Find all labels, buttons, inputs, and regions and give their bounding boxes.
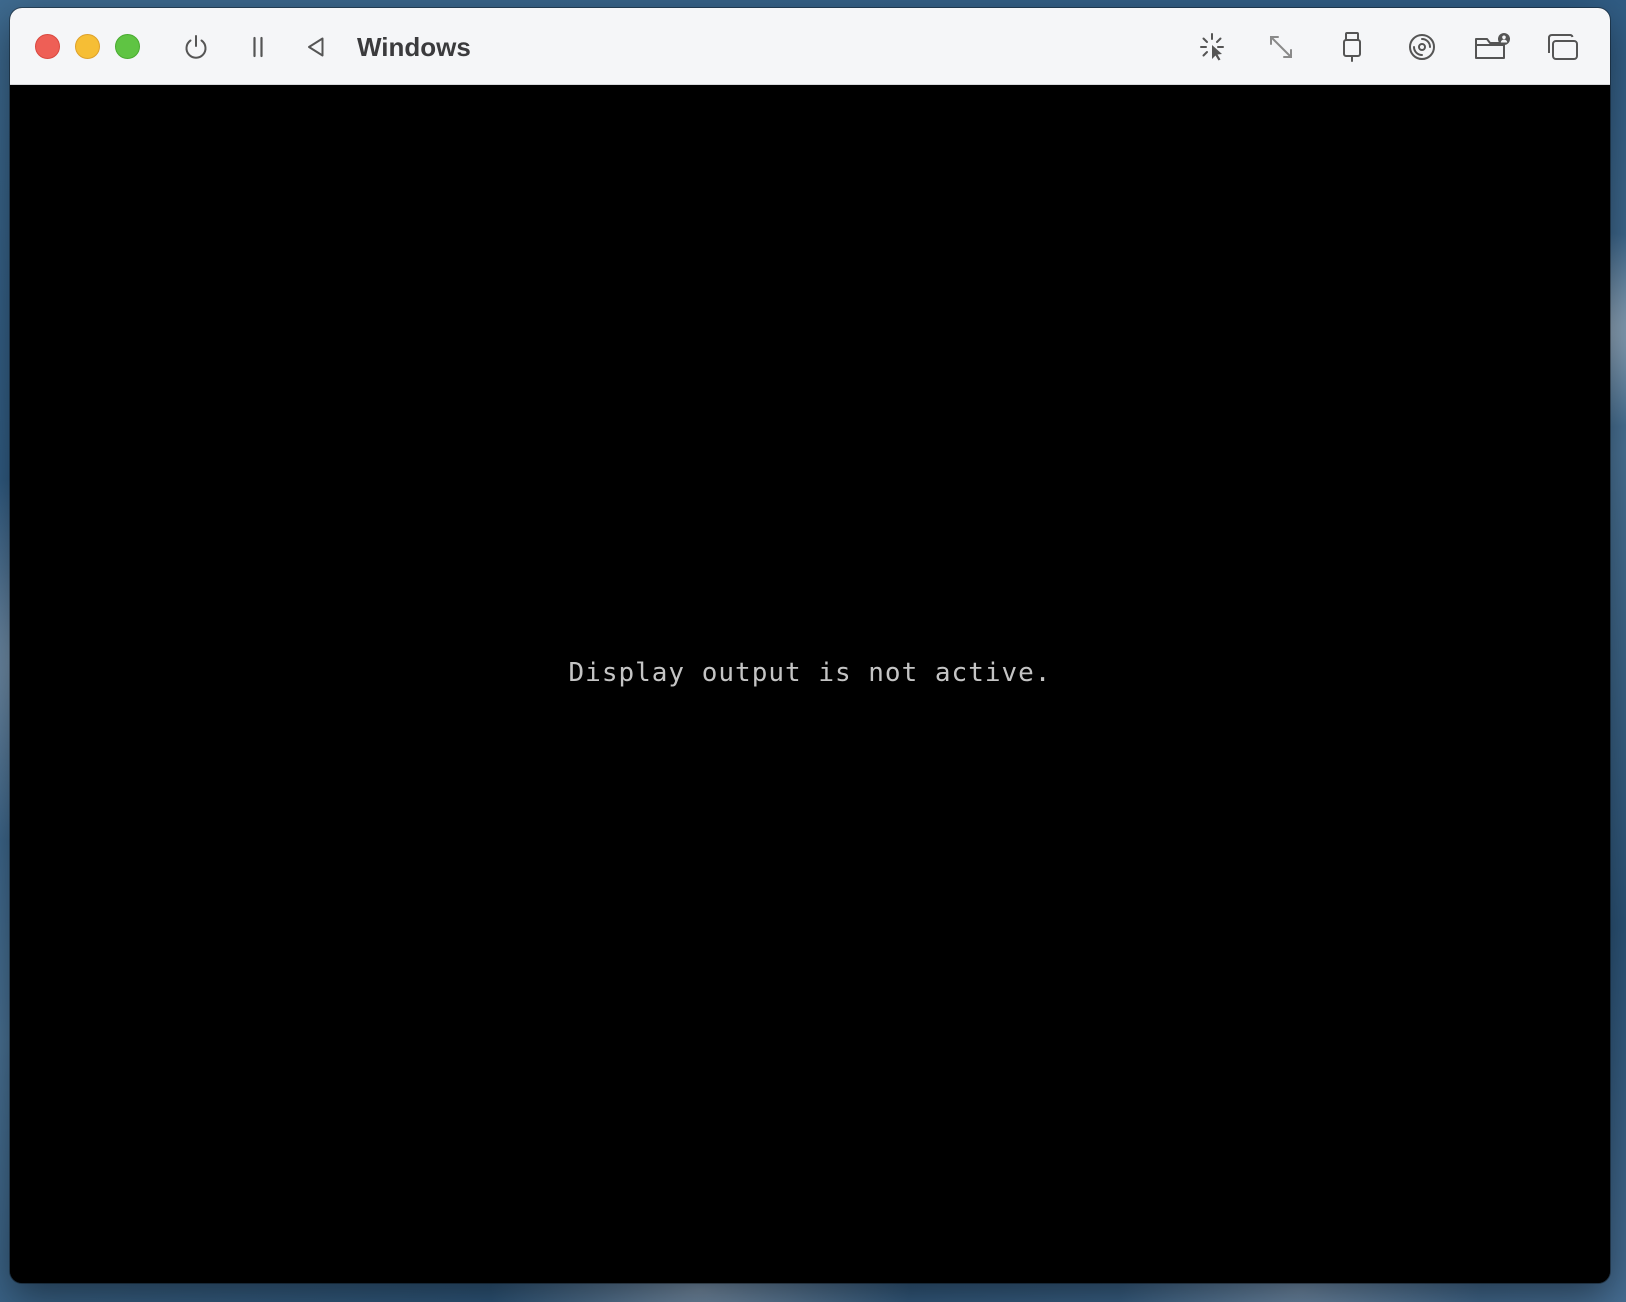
usb-button[interactable]	[1333, 28, 1371, 66]
zoom-button[interactable]	[115, 34, 140, 59]
window-title: Windows	[357, 32, 471, 62]
back-button[interactable]	[297, 28, 335, 66]
disc-icon	[1406, 31, 1438, 63]
windows-icon	[1544, 32, 1580, 62]
shared-folder-icon	[1473, 31, 1511, 63]
capture-cursor-button[interactable]	[1193, 28, 1231, 66]
resize-button[interactable]	[1262, 28, 1300, 66]
title-bar: Windows	[10, 8, 1610, 85]
vm-window: Windows Display output is not active.	[10, 8, 1610, 1283]
power-icon	[181, 32, 211, 62]
resize-arrows-icon	[1266, 32, 1296, 62]
windows-button[interactable]	[1543, 28, 1581, 66]
display-status-message: Display output is not active.	[568, 658, 1052, 688]
close-button[interactable]	[35, 34, 60, 59]
usb-device-icon	[1340, 30, 1364, 64]
back-triangle-icon	[303, 34, 329, 60]
pause-icon	[246, 34, 270, 60]
capture-cursor-icon	[1196, 31, 1228, 63]
pause-button[interactable]	[239, 28, 277, 66]
power-button[interactable]	[177, 28, 215, 66]
minimize-button[interactable]	[75, 34, 100, 59]
vm-display[interactable]: Display output is not active.	[10, 85, 1610, 1283]
disc-button[interactable]	[1403, 28, 1441, 66]
shared-folder-button[interactable]	[1473, 28, 1511, 66]
